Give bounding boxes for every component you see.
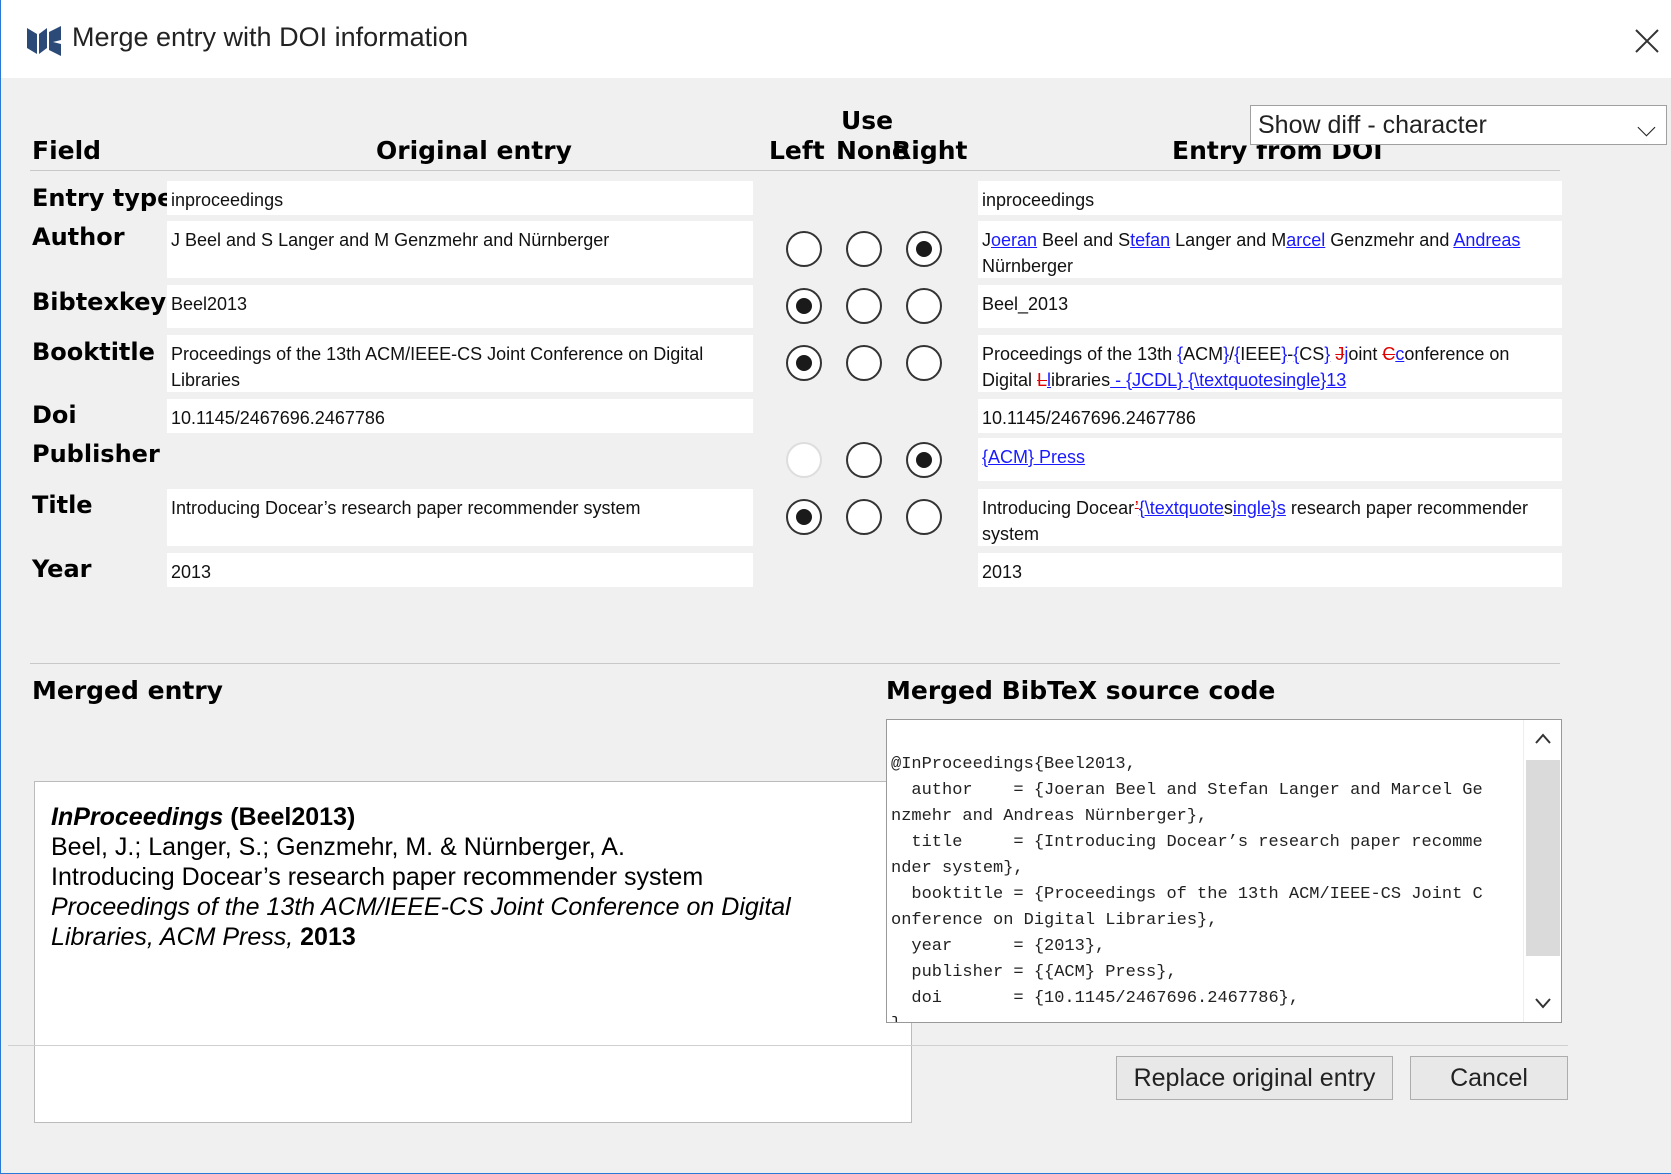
scroll-down-icon[interactable] [1534,996,1552,1010]
label-author: Author [32,223,125,251]
title-use-right-radio[interactable] [906,499,942,535]
diff-segment-same: s [1223,498,1233,518]
label-year: Year [32,555,92,583]
diff-segment-add: - {JCDL} {\textquotesingle}13 [1110,370,1347,390]
right-publisher[interactable]: {ACM} Press [978,438,1562,481]
publisher-use-left-radio [786,442,822,478]
right-entry-type[interactable]: inproceedings [978,181,1562,215]
publisher-use-right-radio[interactable] [906,442,942,478]
title-use-none-radio[interactable] [846,499,882,535]
right-year[interactable]: 2013 [978,553,1562,587]
diff-segment-same: IEEE [1240,344,1282,364]
field-column-header: Field [32,136,102,165]
merged-entry-preview: InProceedings (Beel2013) Beel, J.; Lange… [34,781,912,1123]
diff-segment-add: arcel [1286,230,1326,250]
left-booktitle[interactable]: Proceedings of the 13th ACM/IEEE-CS Join… [167,335,753,392]
section-divider [30,663,1560,664]
right-bibtexkey[interactable]: Beel_2013 [978,285,1562,328]
right-booktitle[interactable]: Proceedings of the 13th {ACM}/{IEEE}-{CS… [978,335,1562,392]
diff-segment-same: Nürnberger [982,256,1074,276]
label-publisher: Publisher [32,440,160,468]
right-title[interactable]: Introducing Docear’{\textquotesingle}s r… [978,489,1562,546]
label-entry-type: Entry type [32,184,174,212]
diff-segment-add: oeran [991,230,1038,250]
footer-divider [8,1045,1568,1046]
bibtexkey-use-none-radio[interactable] [846,288,882,324]
title-use-left-radio[interactable] [786,499,822,535]
left-entry-type[interactable]: inproceedings [167,181,753,215]
diff-segment-same: CS [1299,344,1325,364]
label-booktitle: Booktitle [32,338,155,366]
booktitle-use-right-radio[interactable] [906,345,942,381]
diff-segment-add: tefan [1130,230,1171,250]
diff-segment-same: Beel and S [1037,230,1131,250]
jabref-logo-icon [27,26,61,56]
diff-segment-same: Introducing Docear [982,498,1135,518]
merged-type: InProceedings [51,803,224,831]
left-year[interactable]: 2013 [167,553,753,587]
booktitle-use-left-radio[interactable] [786,345,822,381]
bibtex-source-text: @InProceedings{Beel2013, author = {Joera… [891,755,1483,1022]
diff-mode-value: Show diff - character [1258,111,1487,139]
diff-segment-del: J [1335,344,1345,364]
merged-entry-heading: Merged entry [32,676,223,705]
merged-authors: Beel, J.; Langer, S.; Genzmehr, M. & Nür… [51,833,625,861]
diff-segment-add: {ACM} Press [982,447,1086,467]
cancel-button[interactable]: Cancel [1410,1056,1568,1100]
scrollbar-thumb[interactable] [1526,760,1560,956]
left-author[interactable]: J Beel and S Langer and M Genzmehr and N… [167,221,753,278]
author-use-none-radio[interactable] [846,231,882,267]
chevron-down-icon: ⌵ [1637,114,1656,142]
diff-segment-same: ibraries [1051,370,1111,390]
right-doi[interactable]: 10.1145/2467696.2467786 [978,399,1562,433]
diff-mode-dropdown[interactable]: Show diff - character ⌵ [1250,105,1667,145]
header-divider [30,170,1560,171]
replace-original-entry-button[interactable]: Replace original entry [1116,1056,1393,1100]
diff-segment-same: ACM [1183,344,1224,364]
label-doi: Doi [32,401,77,429]
booktitle-use-none-radio[interactable] [846,345,882,381]
diff-segment-same: Proceedings of the 13th [982,344,1178,364]
merged-year: 2013 [300,923,356,951]
diff-segment-add: c [1395,344,1405,364]
left-column-header: Left [769,136,825,165]
merged-key: (Beel2013) [230,803,356,831]
author-use-left-radio[interactable] [786,231,822,267]
scroll-up-icon[interactable] [1534,732,1552,746]
diff-segment-same: J [982,230,991,250]
merged-venue: Proceedings of the 13th ACM/IEEE-CS Join… [51,893,791,951]
use-header: Use [841,106,894,135]
merged-title: Introducing Docear’s research paper reco… [51,863,704,891]
diff-segment-same: oint [1348,344,1383,364]
left-doi[interactable]: 10.1145/2467696.2467786 [167,399,753,433]
bibtexkey-use-right-radio[interactable] [906,288,942,324]
close-icon[interactable] [1632,26,1662,56]
original-entry-header: Original entry [376,136,572,165]
right-column-header: Right [892,136,968,165]
left-title[interactable]: Introducing Docear’s research paper reco… [167,489,753,546]
author-use-right-radio[interactable] [906,231,942,267]
diff-segment-del: L [1037,370,1048,390]
bibtex-source-heading: Merged BibTeX source code [886,676,1276,705]
diff-segment-same: Langer and M [1170,230,1287,250]
bibtexkey-use-left-radio[interactable] [786,288,822,324]
bibtex-source-area[interactable]: @InProceedings{Beel2013, author = {Joera… [886,719,1562,1023]
label-bibtexkey: Bibtexkey [32,288,167,316]
left-bibtexkey[interactable]: Beel2013 [167,285,753,328]
diff-segment-del: C [1382,344,1396,364]
diff-segment-add: Andreas [1453,230,1521,250]
window-title: Merge entry with DOI information [72,22,469,52]
right-author[interactable]: Joeran Beel and Stefan Langer and Marcel… [978,221,1562,278]
publisher-use-none-radio[interactable] [846,442,882,478]
diff-segment-add: ingle}s [1232,498,1286,518]
diff-segment-add: {\textquote [1138,498,1224,518]
label-title: Title [32,491,93,519]
source-scrollbar[interactable] [1523,720,1561,1022]
diff-segment-same: Genzmehr and [1325,230,1454,250]
